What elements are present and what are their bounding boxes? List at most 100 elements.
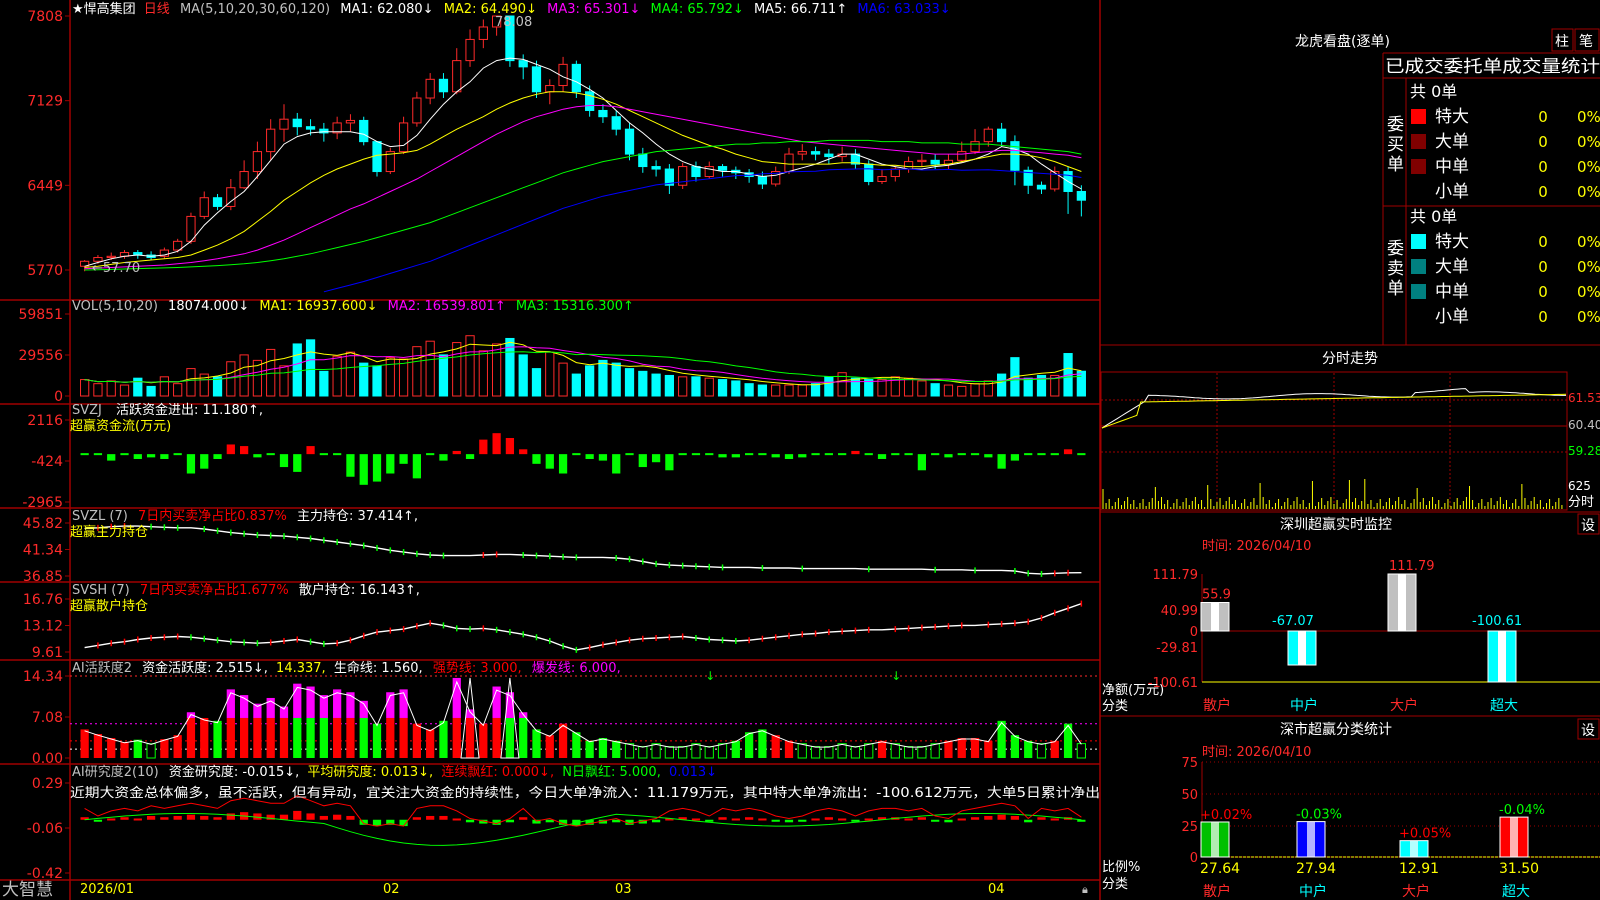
intraday-panel[interactable]: 分时走势 61.53 60.40 59.28 625 分时 <box>1100 344 1600 511</box>
ai-active-bar <box>664 746 675 759</box>
intraday-y-3: 625 <box>1568 479 1591 493</box>
classify-change-label: -0.04% <box>1499 803 1545 818</box>
svzj-bar <box>479 439 488 455</box>
svzl-legend-2: 主力持仓: 37.414↑, <box>297 509 418 524</box>
lock-icon[interactable]: 🔒︎ <box>1082 883 1088 896</box>
main-chart-area[interactable]: 7808 7129 6449 5770 78.08 ←57.70 ★悍高集团 日线 M… <box>0 0 1100 900</box>
svzj-bar <box>984 454 993 458</box>
x-date-3: 04 <box>988 882 1005 897</box>
classify-category: 大户 <box>1402 883 1430 900</box>
candle-body <box>438 78 449 93</box>
volume-bar <box>266 348 276 397</box>
price-high-annotation: 78.08 <box>495 15 532 30</box>
volume-bar <box>319 370 329 397</box>
volume-bar <box>518 354 528 397</box>
ai-research-bar <box>226 813 235 820</box>
candle-body <box>412 97 422 124</box>
candle-body <box>970 141 980 153</box>
svzj-bar <box>970 453 980 456</box>
volume-bar <box>678 376 688 397</box>
svg-text:VOL(5,10,20) 18074.000↓: VOL(5,10,20) 18074.000↓ MA1: 16937.600↓ … <box>72 299 634 314</box>
ai-research-bar <box>465 819 475 823</box>
monitor-category: 中户 <box>1290 697 1318 714</box>
volume-bar <box>664 374 675 397</box>
candle-body <box>797 151 807 155</box>
row-name: 小单 <box>1435 307 1469 327</box>
svzj-bar <box>931 453 940 456</box>
ai-research-bar <box>931 819 940 822</box>
lhb-panel[interactable]: 龙虎看盘(逐单) 柱 笔 已成交委托单成交量统计 委买单 委卖单 共 0单 共 … <box>1295 28 1600 345</box>
stock-name[interactable]: ★悍高集团 <box>72 1 136 17</box>
volume-bar <box>372 365 382 397</box>
svzj-bar <box>160 454 169 459</box>
svzj-bar <box>558 454 568 474</box>
ai-arrow-icon: ↓ <box>705 669 715 683</box>
ai-active-bar <box>678 746 688 759</box>
svzj-bar <box>319 453 328 456</box>
row-pct: 0% <box>1577 233 1600 251</box>
svzj-bar <box>625 453 634 456</box>
svzj-bar <box>372 454 382 482</box>
ai-active-bar <box>744 732 754 758</box>
svzj-bar <box>399 454 408 464</box>
svzj-bar <box>452 450 461 455</box>
monitor-bar-shine <box>1498 631 1506 682</box>
ai-research-bar <box>944 819 953 823</box>
svzj-bar <box>838 453 847 456</box>
candle-body <box>983 128 993 143</box>
svg-text:AI活跃度2 资金活跃度: 2.515↓,: AI活跃度2 资金活跃度: 2.515↓, 14.337, 生命线: 1.560… <box>72 660 621 676</box>
y-tick-label: 45.82 <box>23 516 63 532</box>
ai-active-bar <box>386 717 395 758</box>
ai-research-bar <box>691 818 701 821</box>
ai-active-bar <box>810 746 821 759</box>
ai-active-bar <box>797 743 807 759</box>
svzj-bar <box>585 454 594 459</box>
y-tick-label: 14.34 <box>23 669 63 685</box>
candle-body <box>266 128 276 153</box>
svg-text:SVZL (7) 7日内买卖净占比0.837%: SVZL (7) 7日内买卖净占比0.837% 主力持仓: 37.414↑, <box>72 508 418 524</box>
volume-bar <box>930 383 940 397</box>
air-legend-5: 0.013↓ <box>669 765 717 780</box>
classify-value-label: 27.64 <box>1200 861 1240 877</box>
svzj-bar <box>1077 453 1086 456</box>
svzj-bar <box>505 438 515 455</box>
monitor-panel[interactable]: 深圳超赢实时监控 设 时间: 2026/04/10 111.79 40.99 0-2… <box>1100 511 1600 714</box>
candle-body <box>398 122 409 153</box>
svzj-bar <box>333 453 342 456</box>
svzj-bar <box>1010 454 1020 461</box>
svzj-bar <box>80 453 89 456</box>
ai-research-bar <box>505 819 515 823</box>
y-tick-label: 5770 <box>27 263 63 279</box>
candle-body <box>691 166 701 178</box>
ai-active-bar <box>492 717 501 758</box>
row-name: 小单 <box>1435 182 1469 202</box>
classify-panel[interactable]: 深市超赢分类统计 设 时间: 2026/04/10 75 50 25 0 +0.02% 2… <box>1100 715 1600 900</box>
period-label[interactable]: 日线 <box>144 2 170 17</box>
ai-active-bar <box>479 723 488 758</box>
bar-view-button-label: 柱 <box>1555 34 1569 50</box>
volume-bar <box>744 383 754 397</box>
y-tick-label: 29556 <box>18 348 63 364</box>
svzj-bar <box>1037 453 1046 456</box>
row-swatch <box>1411 134 1426 149</box>
buy-total: 共 0单 <box>1410 82 1457 101</box>
y-tick-label: 6449 <box>27 178 63 194</box>
ai-arrow-icon: ↓ <box>891 669 901 683</box>
ai-active-bar <box>691 743 701 759</box>
candle-body <box>877 176 887 183</box>
ai-research-bar <box>851 819 860 822</box>
ai-active-bar <box>505 717 515 758</box>
svzj-bar <box>386 454 395 474</box>
classify-y-tick: 25 <box>1181 820 1198 835</box>
buy-side-label: 委买单 <box>1387 115 1404 175</box>
candle-body <box>810 151 821 155</box>
ai-active-bar <box>704 746 714 759</box>
ai-active-bar <box>970 737 980 758</box>
vol-legend-2: MA1: 16937.600↓ <box>259 299 377 314</box>
x-date-0: 2026/01 <box>80 882 134 897</box>
svzj-bar <box>678 453 687 456</box>
ai-research-bar <box>705 819 714 822</box>
candle-body <box>545 85 555 93</box>
ai-research-bar <box>744 817 754 820</box>
ai-research-bar <box>120 817 129 820</box>
